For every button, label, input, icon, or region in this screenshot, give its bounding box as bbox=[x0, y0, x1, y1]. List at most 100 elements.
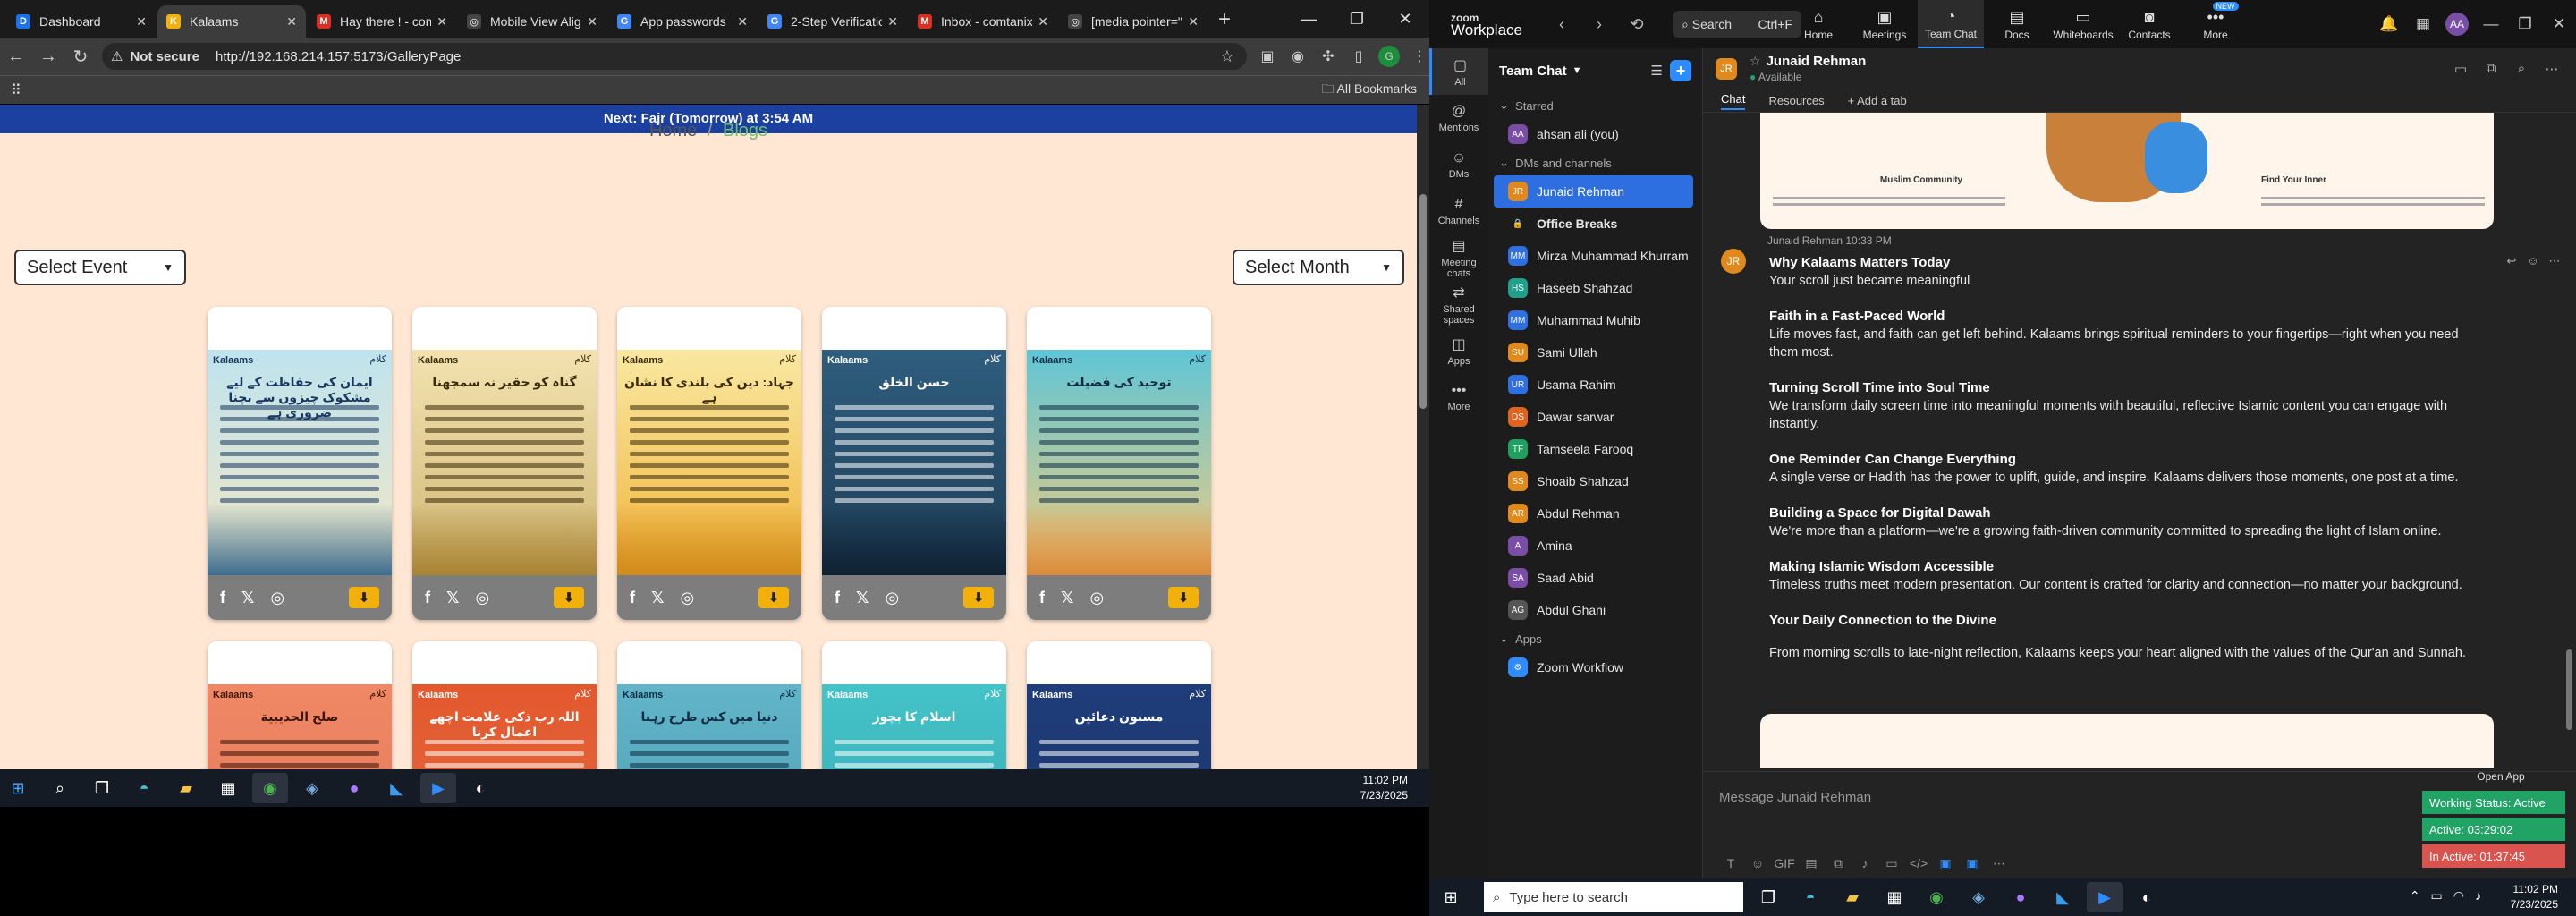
zoom-icon[interactable]: ▶ bbox=[2087, 882, 2123, 912]
message-image-2[interactable] bbox=[1760, 714, 2494, 768]
video-message-icon[interactable]: ▭ bbox=[1878, 856, 1905, 871]
windows-start-icon[interactable]: ⊞ bbox=[0, 773, 36, 803]
contact-item[interactable]: SS Shoaib Shahzad bbox=[1494, 465, 1693, 497]
url-text[interactable]: http://192.168.214.157:5173/GalleryPage bbox=[216, 49, 461, 64]
rail-more[interactable]: ••• More bbox=[1429, 374, 1488, 420]
rail-mentions[interactable]: @ Mentions bbox=[1429, 95, 1488, 141]
facebook-icon[interactable]: f bbox=[1039, 589, 1045, 607]
sidepanel-icon[interactable]: ▯ bbox=[1343, 47, 1374, 65]
more-icon[interactable]: ⋯ bbox=[1986, 856, 2012, 871]
back-icon[interactable]: ← bbox=[0, 47, 32, 67]
gallery-card[interactable]: Kalaams کلام حسن الخلق f 𝕏 ◎ ⬇ bbox=[822, 307, 1006, 620]
gif-icon[interactable]: GIF bbox=[1771, 856, 1798, 871]
new-chat-button[interactable]: + bbox=[1670, 60, 1691, 81]
vscode-icon[interactable]: ◣ bbox=[2045, 882, 2080, 912]
team-chat-title[interactable]: Team Chat bbox=[1499, 64, 1567, 79]
emoji-icon[interactable]: ☺ bbox=[2522, 254, 2544, 268]
reading-list-icon[interactable]: ▣ bbox=[1252, 47, 1283, 65]
browser-tab[interactable]: M Inbox - comtanix ✕ bbox=[909, 5, 1057, 38]
task-view-icon[interactable]: ❐ bbox=[1750, 882, 1786, 912]
contact-item[interactable]: TF Tamseela Farooq bbox=[1494, 433, 1693, 465]
rail-apps[interactable]: ◫ Apps bbox=[1429, 327, 1488, 374]
nav-whiteboards[interactable]: ▭ Whiteboards bbox=[2050, 0, 2116, 48]
gallery-card[interactable]: Kalaams کلام اللہ رب ذکی علامت اچھے اعما… bbox=[412, 641, 597, 769]
search-icon[interactable]: ⌕ bbox=[2506, 61, 2537, 77]
new-tab-button[interactable]: + bbox=[1218, 7, 1231, 32]
rail-channels[interactable]: # Channels bbox=[1429, 188, 1488, 234]
chevron-up-icon[interactable]: ⌃ bbox=[2410, 888, 2420, 903]
close-tab-icon[interactable]: ✕ bbox=[1188, 14, 1199, 30]
history-icon[interactable]: ⟲ bbox=[1621, 15, 1653, 34]
contact-item[interactable]: HS Haseeb Shahzad bbox=[1494, 272, 1693, 304]
chat-scrollbar[interactable] bbox=[2563, 48, 2576, 764]
close-tab-icon[interactable]: ✕ bbox=[737, 14, 748, 30]
card-image[interactable]: Kalaams کلام مسنون دعائیں bbox=[1027, 684, 1211, 769]
browser-tab[interactable]: D Dashboard ✕ bbox=[7, 5, 156, 38]
more-icon[interactable]: ⋯ bbox=[2544, 254, 2565, 268]
gallery-card[interactable]: Kalaams کلام مسنون دعائیں f 𝕏 ◎ ⬇ bbox=[1027, 641, 1211, 769]
bell-icon[interactable]: 🔔 bbox=[2372, 15, 2406, 33]
contact-item[interactable]: SA Saad Abid bbox=[1494, 562, 1693, 594]
app-circle-icon[interactable]: ◐ bbox=[462, 773, 498, 803]
x-icon[interactable]: 𝕏 bbox=[242, 589, 255, 607]
vscode-icon[interactable]: ◣ bbox=[378, 773, 414, 803]
task-view-icon[interactable]: ❐ bbox=[84, 773, 120, 803]
minimize-icon[interactable]: — bbox=[1284, 0, 1333, 38]
file-explorer-icon[interactable]: ▰ bbox=[1835, 882, 1870, 912]
card-image[interactable]: Kalaams کلام ایمان کی حفاظت کے لیے مشکوک… bbox=[208, 350, 392, 575]
all-bookmarks-button[interactable]: 🗀 All Bookmarks bbox=[1321, 80, 1417, 101]
nav-team-chat[interactable]: ◔ Team Chat bbox=[1918, 0, 1984, 48]
nav-home[interactable]: ⌂ Home bbox=[1785, 0, 1852, 48]
scrollbar-thumb[interactable] bbox=[2566, 649, 2572, 730]
facebook-icon[interactable]: f bbox=[220, 589, 225, 607]
card-image[interactable]: Kalaams کلام صلح الحدیبیة bbox=[208, 684, 392, 769]
app-icon[interactable]: ◈ bbox=[1961, 882, 1996, 912]
facebook-icon[interactable]: f bbox=[630, 589, 635, 607]
restore-icon[interactable]: ❐ bbox=[1333, 0, 1381, 38]
zoom-icon[interactable]: ▶ bbox=[420, 773, 456, 803]
contact-item[interactable]: AG Abdul Ghani bbox=[1494, 594, 1693, 626]
close-icon[interactable]: ✕ bbox=[1381, 0, 1429, 38]
instagram-icon[interactable]: ◎ bbox=[681, 589, 695, 607]
breadcrumb-home[interactable]: Home bbox=[649, 121, 697, 140]
nav-docs[interactable]: ▤ Docs bbox=[1984, 0, 2050, 48]
card-image[interactable]: Kalaams کلام حسن الخلق bbox=[822, 350, 1006, 575]
starred-self[interactable]: AA ahsan ali (you) bbox=[1494, 118, 1693, 150]
contact-item[interactable]: AR Abdul Rehman bbox=[1494, 497, 1693, 530]
back-icon[interactable]: ‹ bbox=[1546, 15, 1578, 34]
forward-icon[interactable]: → bbox=[32, 47, 64, 67]
menu-icon[interactable]: ⋮ bbox=[1404, 47, 1429, 65]
x-icon[interactable]: 𝕏 bbox=[446, 589, 460, 607]
starred-section[interactable]: ⌄ Starred bbox=[1488, 93, 1702, 118]
rail-meeting-chats[interactable]: ▤ Meeting chats bbox=[1429, 234, 1488, 281]
star-icon[interactable]: ☆ bbox=[1750, 54, 1761, 68]
rail-shared-spaces[interactable]: ⇄ Shared spaces bbox=[1429, 281, 1488, 327]
contact-item[interactable]: SU Sami Ullah bbox=[1494, 336, 1693, 369]
volume-icon[interactable]: ♪ bbox=[2475, 888, 2481, 903]
select-event-dropdown[interactable]: Select Event ▼ bbox=[14, 250, 186, 285]
scrollbar-thumb[interactable] bbox=[1419, 194, 1427, 409]
browser-tab[interactable]: M Hay there ! - comt ✕ bbox=[308, 5, 456, 38]
close-tab-icon[interactable]: ✕ bbox=[1038, 14, 1048, 30]
restore-icon[interactable]: ❐ bbox=[2508, 15, 2542, 33]
code-icon[interactable]: </> bbox=[1905, 856, 1932, 871]
screenshot-icon[interactable]: ⧉ bbox=[1825, 856, 1852, 871]
page-scrollbar[interactable] bbox=[1417, 105, 1429, 769]
minimize-icon[interactable]: — bbox=[2474, 15, 2508, 33]
gallery-card[interactable]: Kalaams کلام ایمان کی حفاظت کے لیے مشکوک… bbox=[208, 307, 392, 620]
x-icon[interactable]: 𝕏 bbox=[856, 589, 869, 607]
file-icon[interactable]: ▤ bbox=[1798, 856, 1825, 871]
filter-icon[interactable]: ☰ bbox=[1651, 63, 1663, 79]
card-image[interactable]: Kalaams کلام اسلام کا بچوز bbox=[822, 684, 1006, 769]
mic-icon[interactable]: ♪ bbox=[1852, 856, 1878, 871]
apps-section[interactable]: ⌄ Apps bbox=[1488, 626, 1702, 651]
card-image[interactable]: Kalaams کلام توحید کی فضیلت bbox=[1027, 350, 1211, 575]
download-button[interactable]: ⬇ bbox=[963, 587, 994, 608]
card-image[interactable]: Kalaams کلام دنیا میں کس طرح رہنا bbox=[617, 684, 801, 769]
close-tab-icon[interactable]: ✕ bbox=[436, 14, 447, 30]
store-icon[interactable]: ▦ bbox=[1877, 882, 1912, 912]
x-icon[interactable]: 𝕏 bbox=[651, 589, 665, 607]
browser-tab[interactable]: ◎ Mobile View Align ✕ bbox=[458, 5, 606, 38]
calendar-icon[interactable]: ▦ bbox=[2406, 15, 2440, 33]
rail-dms[interactable]: ☺ DMs bbox=[1429, 141, 1488, 188]
